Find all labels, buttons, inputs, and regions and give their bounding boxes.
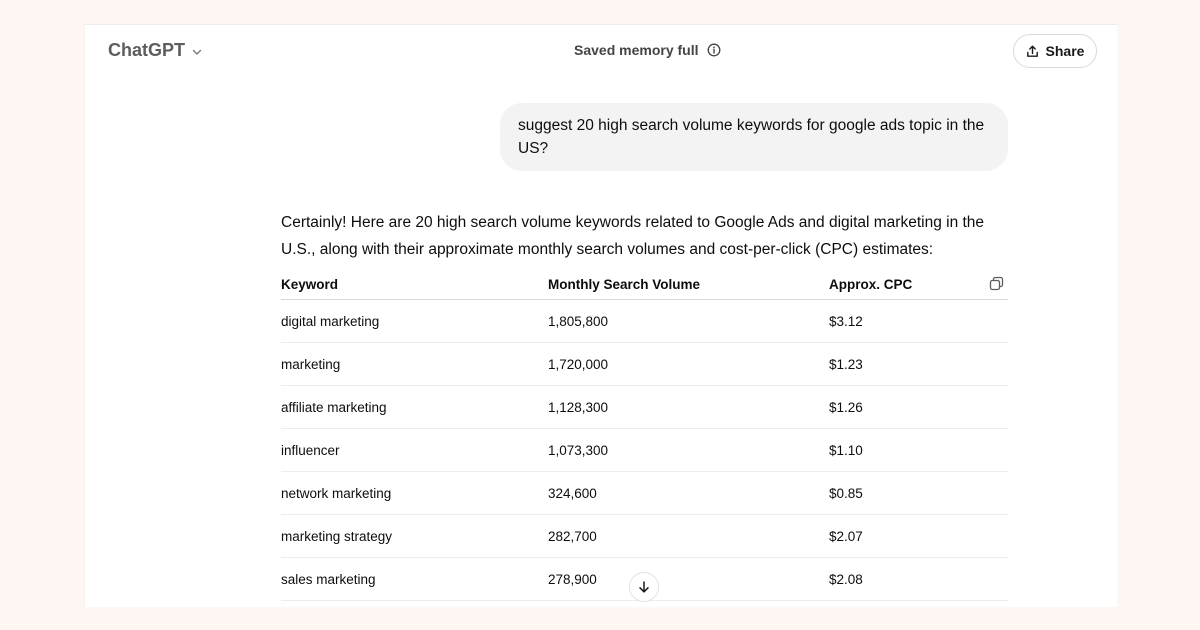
cell-cpc: $1.23 (829, 357, 863, 372)
cell-volume: 1,128,300 (548, 400, 609, 415)
chat-header: ChatGPT Saved memory full Share (85, 25, 1117, 79)
cell-cpc: $2.08 (829, 572, 863, 587)
model-selector[interactable]: ChatGPT (108, 40, 203, 61)
header-keyword: Keyword (281, 277, 339, 292)
keyword-table: Keyword Monthly Search Volume Approx. CP… (281, 271, 1008, 601)
cell-cpc: $2.07 (829, 529, 863, 544)
copy-icon[interactable] (989, 276, 1004, 291)
cell-volume: 324,600 (548, 486, 597, 501)
share-icon (1026, 45, 1038, 57)
cell-volume: 1,805,800 (548, 314, 609, 329)
header-monthly-search-volume: Monthly Search Volume (548, 277, 701, 292)
user-message: suggest 20 high search volume keywords f… (500, 103, 1008, 171)
cell-volume: 1,720,000 (548, 357, 609, 372)
table-row: influencer 1,073,300 $1.10 (281, 429, 1008, 472)
cell-keyword: influencer (281, 443, 340, 458)
scroll-to-bottom-button[interactable] (629, 572, 659, 602)
cell-cpc: $1.26 (829, 400, 863, 415)
cell-keyword: marketing (281, 357, 341, 372)
cell-keyword: affiliate marketing (281, 400, 387, 415)
cell-volume: 282,700 (548, 529, 597, 544)
share-button[interactable]: Share (1013, 34, 1097, 68)
chat-window: ChatGPT Saved memory full Share suggest … (84, 24, 1117, 607)
cell-keyword: network marketing (281, 486, 392, 501)
table-row: marketing 1,720,000 $1.23 (281, 343, 1008, 386)
table-row: network marketing 324,600 $0.85 (281, 472, 1008, 515)
cell-volume: 1,073,300 (548, 443, 609, 458)
table-row: affiliate marketing 1,128,300 $1.26 (281, 386, 1008, 429)
header-approx-cpc: Approx. CPC (829, 277, 913, 292)
cell-keyword: digital marketing (281, 314, 380, 329)
cell-cpc: $3.12 (829, 314, 863, 329)
model-name: ChatGPT (108, 40, 186, 60)
cell-keyword: sales marketing (281, 572, 376, 587)
memory-status[interactable]: Saved memory full (574, 42, 721, 58)
share-label: Share (1045, 43, 1085, 59)
chevron-down-icon (192, 49, 202, 55)
cell-cpc: $0.85 (829, 486, 863, 501)
table-row: marketing strategy 282,700 $2.07 (281, 515, 1008, 558)
cell-keyword: marketing strategy (281, 529, 393, 544)
cell-volume: 278,900 (548, 572, 597, 587)
cell-cpc: $1.10 (829, 443, 863, 458)
table-header: Keyword Monthly Search Volume Approx. CP… (281, 271, 1008, 300)
memory-status-label: Saved memory full (574, 42, 699, 58)
arrow-down-icon (639, 581, 649, 593)
info-icon (707, 43, 720, 57)
table-row: digital marketing 1,805,800 $3.12 (281, 300, 1008, 343)
assistant-message-intro: Certainly! Here are 20 high search volum… (281, 214, 985, 258)
